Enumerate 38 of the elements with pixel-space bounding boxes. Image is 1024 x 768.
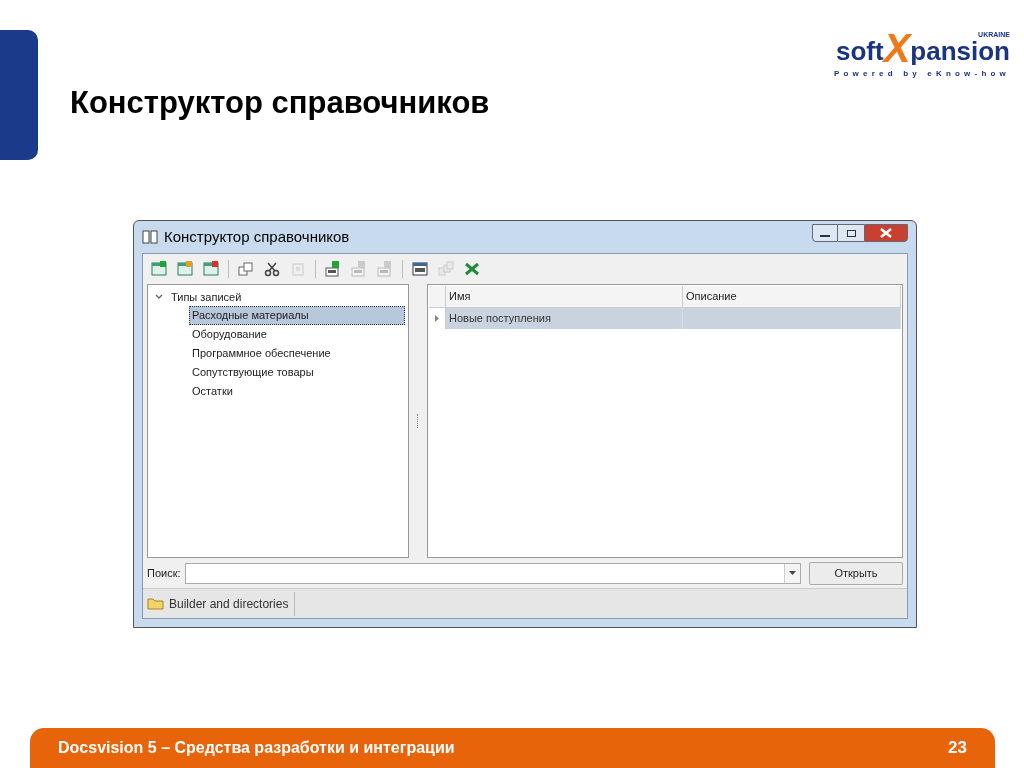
close-icon (880, 228, 892, 238)
slide-title: Конструктор справочников (70, 84, 490, 122)
add-text-icon[interactable] (325, 261, 341, 277)
tree-item[interactable]: Расходные материалы (189, 306, 405, 325)
copy-icon[interactable] (238, 261, 254, 277)
tree-item[interactable]: Программное обеспечение (189, 345, 334, 362)
open-button[interactable]: Открыть (809, 561, 903, 585)
caret-icon (789, 571, 796, 575)
close-button[interactable] (864, 224, 908, 242)
status-tab[interactable]: Builder and directories (147, 591, 296, 616)
add-window-icon[interactable] (151, 261, 167, 277)
logo-tagline: Powered by eKnow-how (834, 68, 1010, 80)
dropdown-button[interactable] (784, 563, 800, 583)
logo-mark: X (883, 28, 911, 68)
search-label: Поиск: (147, 565, 181, 581)
folder-icon (147, 597, 165, 610)
tree-item[interactable]: Типы записей (171, 288, 242, 306)
tree-item[interactable]: Остатки (189, 383, 236, 400)
maximize-button[interactable] (838, 224, 864, 242)
footer-text: Docsvision 5 – Средства разработки и интеграции (58, 738, 455, 758)
edit-window-icon[interactable] (177, 261, 193, 277)
row-pointer-icon (435, 315, 439, 322)
logo-text: pansion (910, 38, 1010, 64)
column-header[interactable]: Описание (683, 286, 901, 307)
search-field[interactable] (184, 562, 801, 584)
window-title: Конструктор справочников (164, 226, 350, 247)
column-header[interactable]: Имя (446, 286, 683, 307)
table-row[interactable]: Новые поступления (429, 308, 901, 329)
tree-item[interactable]: Сопутствующие товары (189, 364, 317, 381)
collapse-icon[interactable] (155, 294, 163, 300)
page-number: 23 (948, 737, 967, 760)
delete-window-icon[interactable] (203, 261, 219, 277)
book-icon (142, 230, 158, 244)
scissors-icon[interactable] (264, 261, 280, 277)
minimize-button[interactable] (812, 224, 838, 242)
text-window-icon[interactable] (412, 261, 428, 277)
table-cell-text: Новые поступления (449, 311, 551, 327)
tree-item[interactable]: Оборудование (189, 326, 270, 343)
